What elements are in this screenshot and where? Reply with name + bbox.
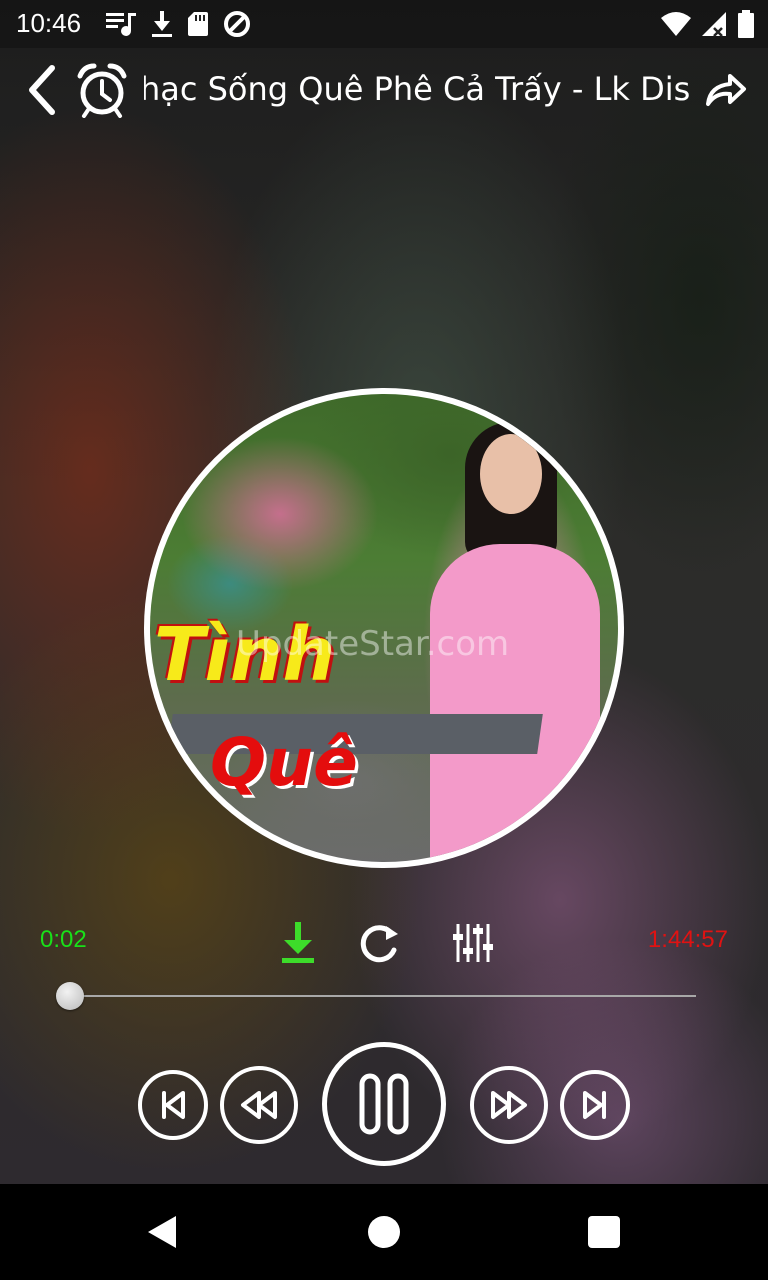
- status-time: 10:46: [16, 8, 82, 38]
- nav-back-icon[interactable]: [144, 1214, 180, 1250]
- wifi-icon: [660, 10, 692, 38]
- download-icon: [150, 9, 174, 39]
- share-icon: [706, 74, 746, 106]
- skip-previous-icon: [162, 1091, 185, 1119]
- player-header: Nhạc Sống Quê Phê Cả Trấy - Lk Disco Thộ: [0, 48, 768, 136]
- rewind-icon: [241, 1091, 277, 1119]
- sleep-timer-button[interactable]: [74, 60, 130, 120]
- nav-home-icon[interactable]: [368, 1216, 400, 1248]
- seek-bar[interactable]: [56, 982, 696, 1010]
- fast-forward-button[interactable]: [470, 1066, 548, 1144]
- watermark-text: UpdateStar.com: [236, 624, 510, 664]
- battery-icon: [736, 9, 756, 39]
- signal-icon: [700, 10, 728, 38]
- status-system-icons: [660, 8, 756, 40]
- chevron-left-icon: [29, 65, 55, 115]
- total-duration: 1:44:57: [647, 926, 728, 953]
- equalizer-icon: [453, 924, 493, 962]
- skip-next-icon: [583, 1091, 606, 1119]
- sd-card-icon: [186, 9, 210, 39]
- equalizer-button[interactable]: [452, 920, 494, 966]
- seek-track: [70, 995, 696, 997]
- nav-recents-icon[interactable]: [588, 1216, 620, 1248]
- album-art-text-que: Quê: [210, 724, 358, 801]
- download-icon: [282, 922, 314, 963]
- pause-icon: [359, 1073, 409, 1135]
- song-title-marquee: Nhạc Sống Quê Phê Cả Trấy - Lk Disco Thộ: [144, 62, 692, 122]
- repeat-icon: [360, 925, 398, 963]
- status-notification-icons: [104, 8, 252, 40]
- next-track-button[interactable]: [560, 1070, 630, 1140]
- seek-thumb[interactable]: [56, 982, 84, 1010]
- previous-track-button[interactable]: [138, 1070, 208, 1140]
- system-navigation-bar: [0, 1184, 768, 1280]
- album-figure-face: [480, 434, 542, 514]
- play-pause-button[interactable]: [322, 1042, 446, 1166]
- repeat-button[interactable]: [356, 920, 402, 966]
- album-art-image: Tình Quê UpdateStar.com: [150, 394, 618, 862]
- music-playlist-icon: [104, 9, 138, 39]
- album-figure-dress: [430, 544, 600, 862]
- download-button[interactable]: [278, 920, 318, 966]
- elapsed-time: 0:02: [40, 926, 87, 953]
- song-title: Nhạc Sống Quê Phê Cả Trấy - Lk Disco Thộ: [144, 70, 692, 108]
- alarm-clock-icon: [77, 63, 127, 118]
- data-saver-icon: [222, 9, 252, 39]
- album-art: Tình Quê UpdateStar.com: [144, 388, 624, 868]
- rewind-button[interactable]: [220, 1066, 298, 1144]
- back-button[interactable]: [20, 62, 64, 118]
- fast-forward-icon: [491, 1091, 527, 1119]
- status-bar: 10:46: [0, 0, 768, 48]
- share-button[interactable]: [702, 64, 750, 116]
